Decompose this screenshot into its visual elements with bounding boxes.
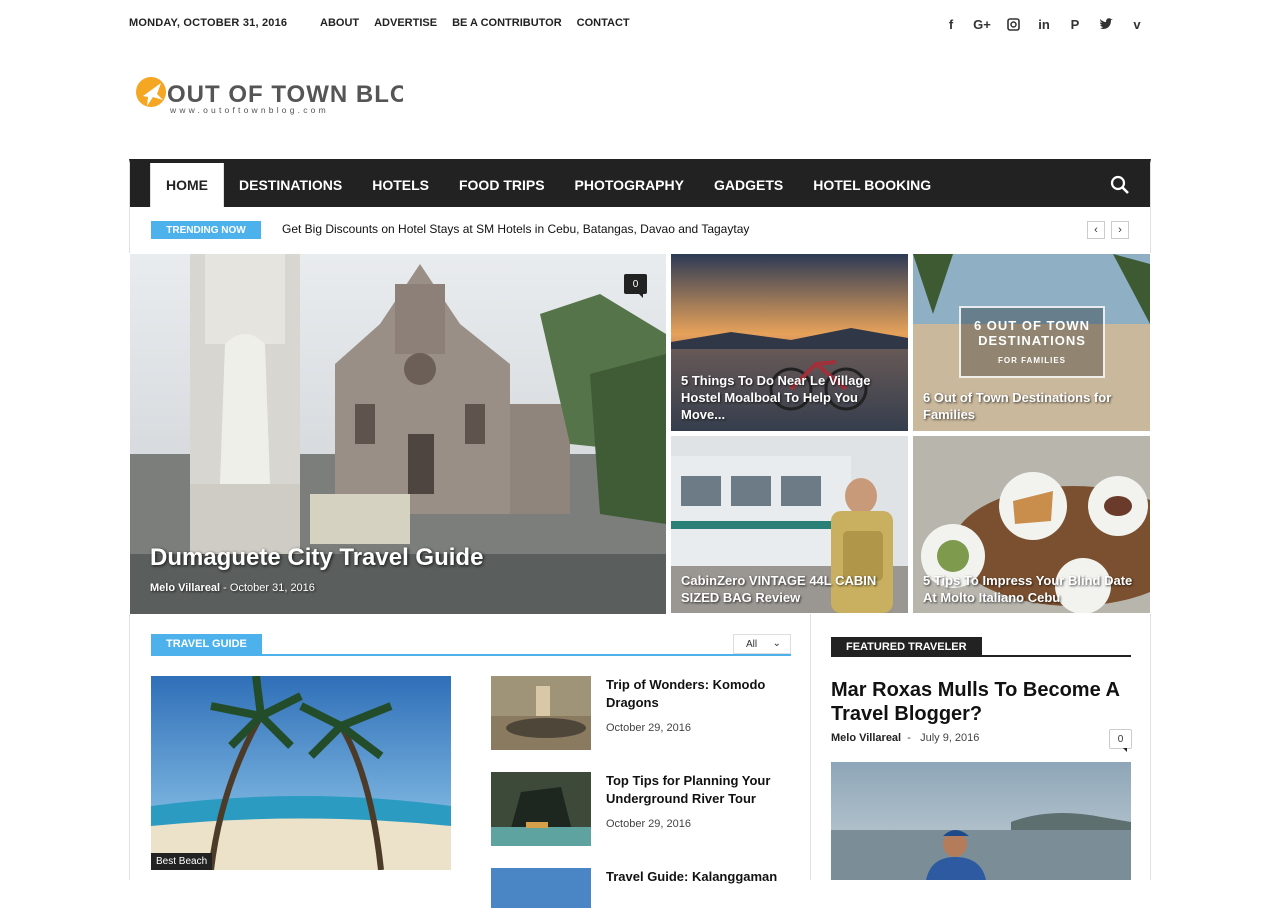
- chevron-down-icon: ⌄: [772, 638, 781, 649]
- nav-item-destinations[interactable]: DESTINATIONS: [224, 163, 358, 207]
- post-thumbnail[interactable]: [491, 676, 591, 750]
- instagram-icon[interactable]: [1003, 14, 1023, 34]
- vimeo-icon[interactable]: v: [1127, 14, 1147, 34]
- google-plus-icon[interactable]: G+: [972, 14, 992, 34]
- trending-headline[interactable]: Get Big Discounts on Hotel Stays at SM H…: [282, 222, 749, 236]
- nav-item-hotels[interactable]: HOTELS: [357, 163, 444, 207]
- comment-count-badge[interactable]: 0: [1109, 729, 1132, 752]
- top-link-about[interactable]: ABOUT: [320, 17, 359, 29]
- post-thumbnail[interactable]: [491, 772, 591, 846]
- featured-traveler-meta: Melo Villareal - July 9, 2016: [831, 732, 979, 744]
- tile-title[interactable]: 6 Out of Town Destinations for Families: [923, 389, 1140, 423]
- comment-count-badge[interactable]: 0: [624, 274, 647, 298]
- svg-text:OUT OF TOWN BLOG: OUT OF TOWN BLOG: [167, 81, 403, 108]
- nav-item-food-trips[interactable]: FOOD TRIPS: [443, 163, 560, 207]
- featured-traveler-underline: [831, 655, 1131, 657]
- kalanggaman-image: [491, 868, 591, 908]
- filter-selected-value: All: [746, 638, 758, 650]
- trending-label: TRENDING NOW: [151, 221, 261, 239]
- search-icon[interactable]: [1110, 175, 1130, 195]
- top-link-advertise[interactable]: ADVERTISE: [374, 17, 437, 29]
- column-divider: [810, 614, 811, 880]
- post-thumbnail[interactable]: [491, 868, 591, 908]
- featured-traveler-image[interactable]: [831, 762, 1131, 880]
- seaside-person-image: [831, 762, 1131, 880]
- featured-tile-moalboal[interactable]: 5 Things To Do Near Le Village Hostel Mo…: [671, 254, 908, 431]
- nav-item-home[interactable]: HOME: [150, 163, 224, 207]
- post-date: October 29, 2016: [606, 722, 692, 734]
- top-menu: ABOUT ADVERTISE BE A CONTRIBUTOR CONTACT: [320, 17, 630, 29]
- big-post-thumbnail[interactable]: Best Beach: [151, 676, 451, 870]
- site-logo[interactable]: OUT OF TOWN BLOG www.outoftownblog.com: [133, 66, 428, 122]
- meta-separator: -: [223, 582, 230, 594]
- trending-next-button[interactable]: ›: [1111, 221, 1129, 239]
- featured-tile-families[interactable]: 6 OUT OF TOWN DESTINATIONS FOR FAMILIES …: [913, 254, 1150, 431]
- underground-river-image: [491, 772, 591, 846]
- post-title[interactable]: Trip of Wonders: Komodo Dragons: [606, 676, 791, 712]
- komodo-image: [491, 676, 591, 750]
- social-icons: f G+ in P v: [941, 14, 1147, 34]
- post-title[interactable]: Travel Guide: Kalanggaman: [606, 868, 791, 886]
- featured-main-meta: Melo Villareal - October 31, 2016: [150, 582, 315, 594]
- featured-traveler-tag[interactable]: FEATURED TRAVELER: [831, 637, 982, 657]
- top-link-contact[interactable]: CONTACT: [577, 17, 630, 29]
- nav-item-hotel-booking[interactable]: HOTEL BOOKING: [798, 163, 947, 207]
- category-filter-dropdown[interactable]: All ⌄: [733, 634, 791, 654]
- linkedin-icon[interactable]: in: [1034, 14, 1054, 34]
- post-author[interactable]: Melo Villareal: [831, 732, 901, 744]
- nav-item-gadgets[interactable]: GADGETS: [698, 163, 799, 207]
- chevron-right-icon: ›: [1118, 224, 1122, 236]
- trending-bar: TRENDING NOW Get Big Discounts on Hotel …: [129, 207, 1151, 253]
- tile-title[interactable]: 5 Tips To Impress Your Blind Date At Mol…: [923, 572, 1140, 606]
- pinterest-icon[interactable]: P: [1065, 14, 1085, 34]
- nav-menu: HOME DESTINATIONS HOTELS FOOD TRIPS PHOT…: [150, 163, 947, 207]
- content-area: TRAVEL GUIDE All ⌄ Best Beach Trip of Wo…: [129, 614, 1151, 908]
- featured-traveler-title[interactable]: Mar Roxas Mulls To Become A Travel Blogg…: [831, 678, 1131, 726]
- post-date: October 31, 2016: [229, 582, 315, 594]
- post-date: October 29, 2016: [606, 818, 692, 830]
- svg-text:www.outoftownblog.com: www.outoftownblog.com: [169, 105, 329, 115]
- trending-prev-button[interactable]: ‹: [1087, 221, 1105, 239]
- post-title[interactable]: Top Tips for Planning Your Underground R…: [606, 772, 791, 808]
- twitter-icon[interactable]: [1096, 14, 1116, 34]
- current-date: MONDAY, OCTOBER 31, 2016: [129, 17, 288, 29]
- facebook-icon[interactable]: f: [941, 14, 961, 34]
- travel-guide-underline: [151, 654, 791, 656]
- top-link-contributor[interactable]: BE A CONTRIBUTOR: [452, 17, 562, 29]
- chevron-left-icon: ‹: [1094, 224, 1098, 236]
- beach-palms-image: [151, 676, 451, 870]
- main-navigation: HOME DESTINATIONS HOTELS FOOD TRIPS PHOT…: [129, 159, 1151, 207]
- meta-separator: -: [904, 732, 918, 744]
- featured-main-post[interactable]: 0 Dumaguete City Travel Guide Melo Villa…: [130, 254, 666, 614]
- big-post-category-label[interactable]: Best Beach: [151, 853, 213, 870]
- featured-tile-cabinzero[interactable]: CabinZero VINTAGE 44L CABIN SIZED BAG Re…: [671, 436, 908, 613]
- tile-image-overlay-text: 6 OUT OF TOWN DESTINATIONS FOR FAMILIES: [959, 306, 1105, 378]
- tile-title[interactable]: 5 Things To Do Near Le Village Hostel Mo…: [681, 372, 898, 423]
- post-date: July 9, 2016: [920, 732, 980, 744]
- tile-title[interactable]: CabinZero VINTAGE 44L CABIN SIZED BAG Re…: [681, 572, 898, 606]
- featured-tile-molto-italiano[interactable]: 5 Tips To Impress Your Blind Date At Mol…: [913, 436, 1150, 613]
- travel-guide-tag[interactable]: TRAVEL GUIDE: [151, 634, 262, 654]
- post-author[interactable]: Melo Villareal: [150, 582, 220, 594]
- nav-item-photography[interactable]: PHOTOGRAPHY: [559, 163, 699, 207]
- featured-main-title[interactable]: Dumaguete City Travel Guide: [150, 544, 483, 572]
